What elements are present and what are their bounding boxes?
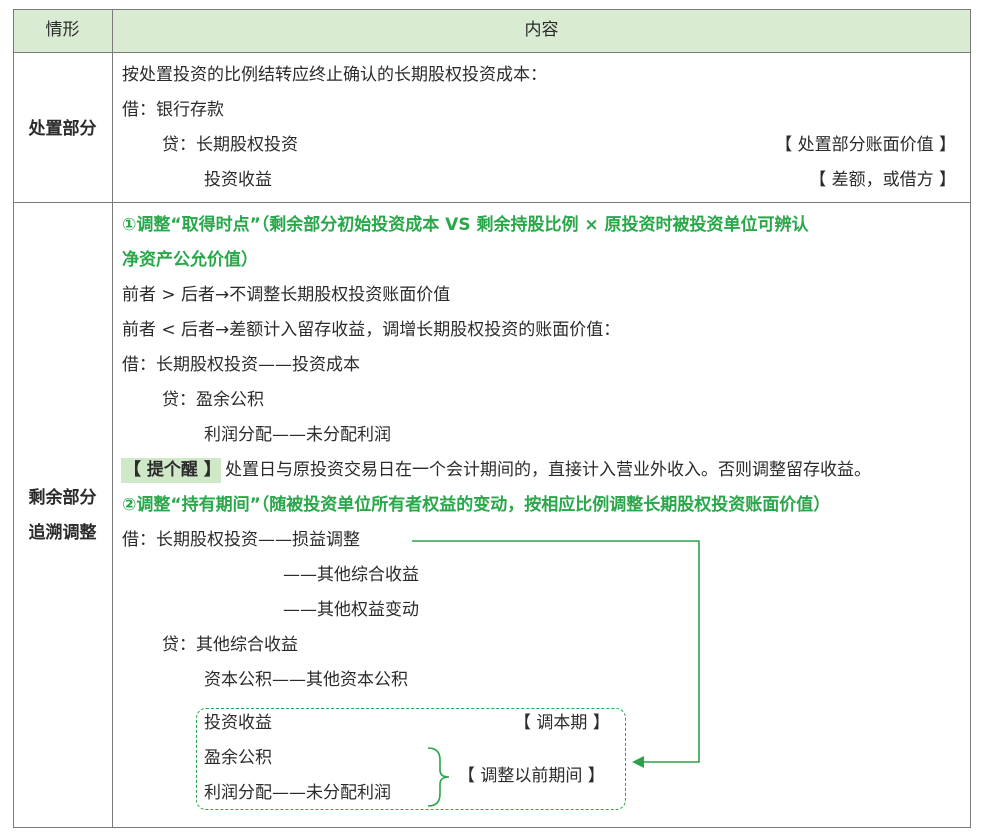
- arrow-connector: [412, 540, 700, 807]
- brace-icon: [427, 747, 450, 807]
- arrowhead-icon: [632, 756, 644, 768]
- connector-line: [412, 540, 700, 763]
